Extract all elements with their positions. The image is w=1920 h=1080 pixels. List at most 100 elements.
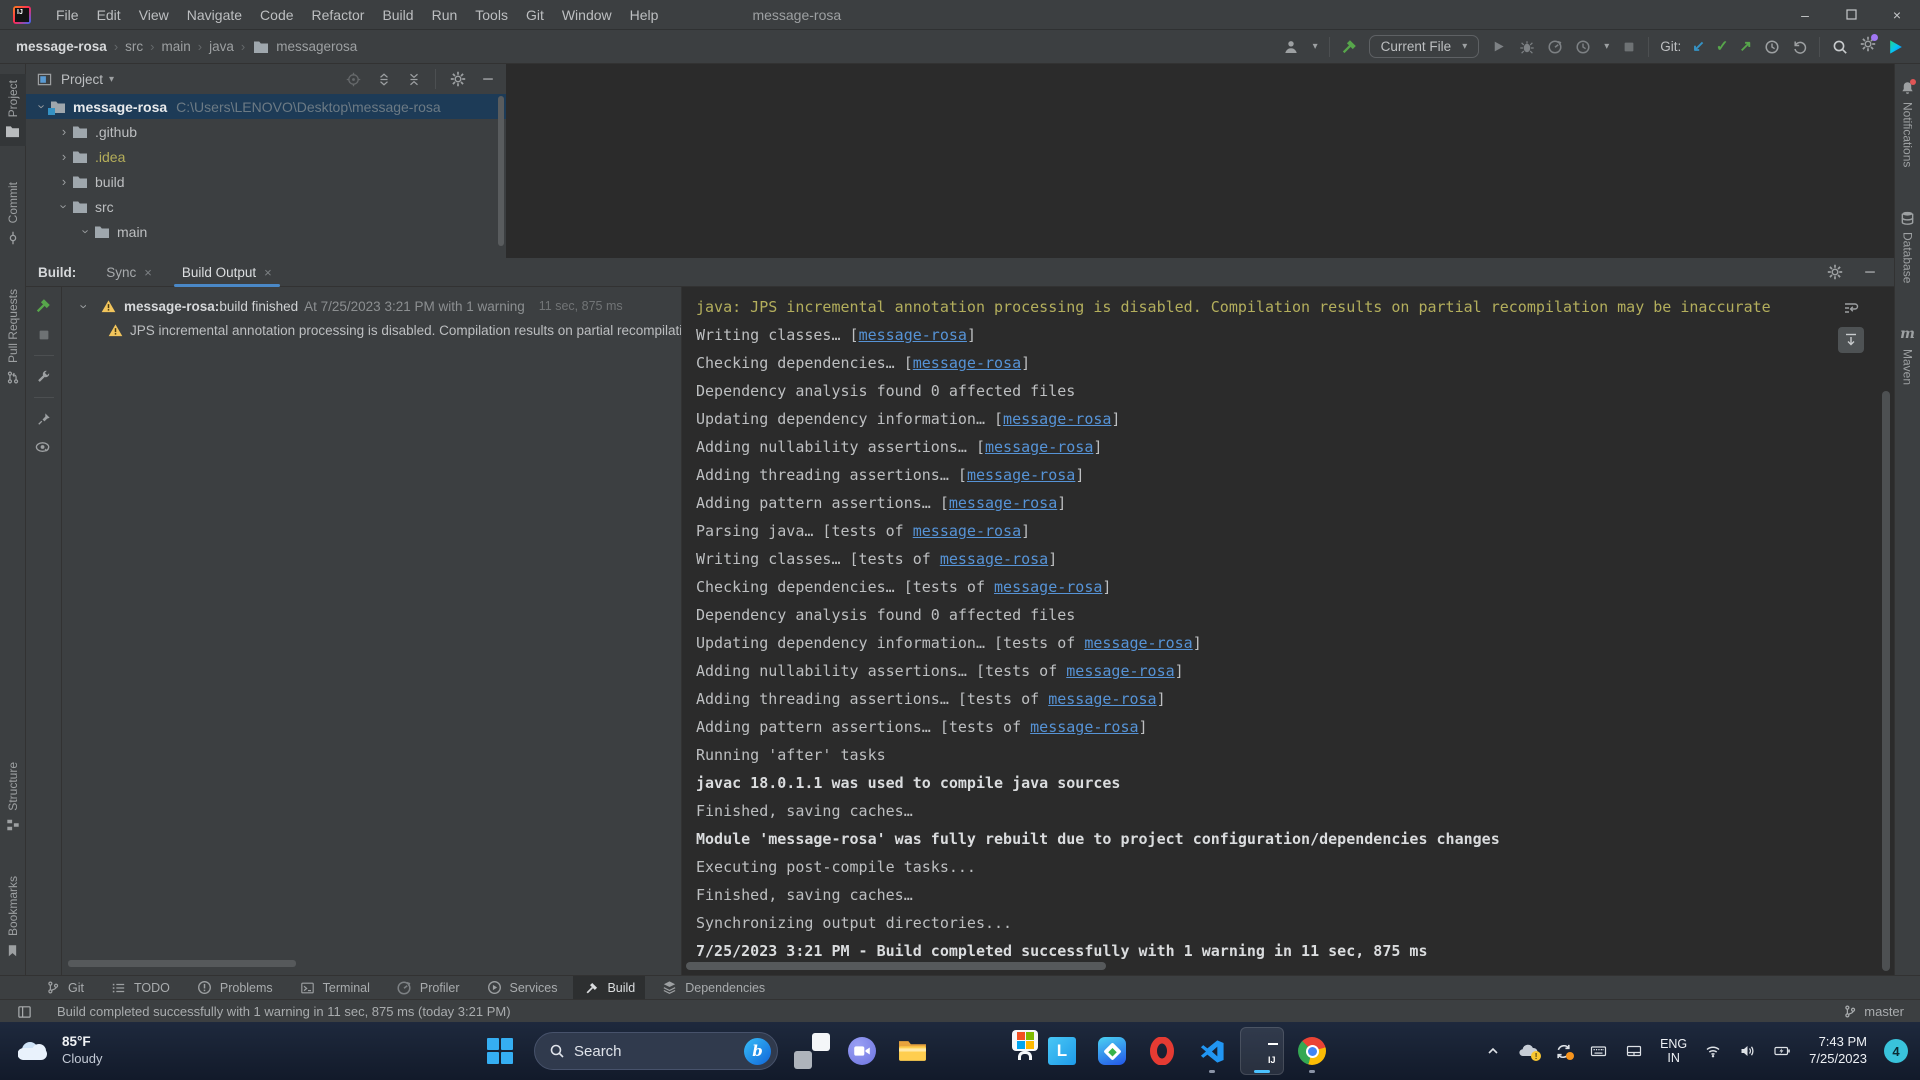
plugin-triangle-icon[interactable] — [1887, 38, 1904, 55]
onedrive-icon[interactable]: ! — [1518, 1043, 1542, 1061]
console-link[interactable]: message-rosa — [940, 550, 1048, 568]
run-configuration-select[interactable]: Current File ▾ — [1368, 35, 1480, 58]
tray-overflow-chevron-icon[interactable] — [1485, 1043, 1501, 1059]
battery-icon[interactable] — [1773, 1043, 1792, 1059]
tree-row-.github[interactable]: › .github — [26, 119, 506, 144]
expand-all-icon[interactable] — [375, 71, 392, 88]
wrench-icon[interactable] — [35, 368, 52, 385]
build-tree-hscrollbar[interactable] — [68, 960, 296, 967]
taskbar-app-ldplayer[interactable]: L — [1040, 1027, 1084, 1075]
console-link[interactable]: message-rosa — [913, 522, 1021, 540]
git-branch-widget[interactable]: master — [1841, 1003, 1904, 1020]
console-link[interactable]: message-rosa — [1066, 662, 1174, 680]
taskbar-app-file-explorer[interactable] — [890, 1027, 934, 1075]
volume-icon[interactable] — [1739, 1043, 1756, 1059]
taskbar-app-edge[interactable] — [940, 1027, 984, 1075]
clock-widget[interactable]: 7:43 PM 7/25/2023 — [1809, 1034, 1867, 1068]
console-link[interactable]: message-rosa — [913, 354, 1021, 372]
target-icon[interactable] — [345, 71, 362, 88]
soft-wrap-icon[interactable] — [1838, 295, 1864, 321]
sync-icon[interactable] — [1555, 1043, 1575, 1060]
menu-run[interactable]: Run — [423, 0, 467, 30]
status-message[interactable]: Build completed successfully with 1 warn… — [57, 1004, 511, 1019]
toolwindow-button-profiler[interactable]: Profiler — [386, 976, 470, 1000]
project-panel-title[interactable]: Project — [61, 72, 103, 87]
menu-file[interactable]: File — [47, 0, 88, 30]
git-commit-check-icon[interactable]: ✓ — [1716, 39, 1729, 54]
taskbar-app-task-view[interactable] — [790, 1027, 834, 1075]
hammer-green-icon[interactable] — [35, 297, 52, 314]
toolwindow-button-git[interactable]: Git — [34, 976, 94, 1000]
chevron-collapsed-icon[interactable]: › — [56, 174, 72, 189]
breadcrumb-item-java[interactable]: java — [209, 39, 234, 54]
hammer-green-icon[interactable] — [1341, 38, 1358, 55]
weather-widget[interactable]: 85°F Cloudy — [18, 1034, 102, 1067]
tab-build-output[interactable]: Build Output × — [173, 258, 280, 287]
touch-keyboard-icon[interactable] — [1589, 1043, 1608, 1059]
menu-window[interactable]: Window — [553, 0, 621, 30]
chevron-down-icon[interactable]: ▾ — [109, 74, 114, 85]
tree-row-main[interactable]: › main — [26, 219, 506, 244]
taskbar-app-intellij-idea[interactable]: IJ — [1240, 1027, 1284, 1075]
taskbar-app-opera[interactable] — [1140, 1027, 1184, 1075]
stop-icon[interactable] — [1620, 38, 1637, 55]
close-button[interactable]: × — [1874, 0, 1920, 30]
breadcrumb-item-main[interactable]: main — [162, 39, 191, 54]
start-button[interactable] — [478, 1027, 522, 1075]
menu-code[interactable]: Code — [251, 0, 302, 30]
menu-view[interactable]: View — [130, 0, 178, 30]
console-link[interactable]: message-rosa — [1048, 690, 1156, 708]
breadcrumb-item-message-rosa[interactable]: message-rosa — [16, 39, 107, 54]
console-link[interactable]: message-rosa — [967, 466, 1075, 484]
minus-icon[interactable] — [1861, 264, 1878, 281]
taskbar-app-chat[interactable] — [840, 1027, 884, 1075]
menu-edit[interactable]: Edit — [88, 0, 130, 30]
collapse-all-icon[interactable] — [405, 71, 422, 88]
sidebar-item-project[interactable]: Project — [0, 74, 26, 147]
language-indicator[interactable]: ENG IN — [1660, 1037, 1687, 1066]
profiler-icon[interactable] — [1546, 38, 1563, 55]
settings-gear-button[interactable] — [1859, 33, 1878, 58]
chevron-collapsed-icon[interactable]: › — [56, 149, 72, 164]
taskbar-app-vscode[interactable] — [1190, 1027, 1234, 1075]
taskbar-app-microsoft-store[interactable] — [990, 1027, 1038, 1075]
clock-icon[interactable] — [1763, 38, 1780, 55]
tree-row-build[interactable]: › build — [26, 169, 506, 194]
tool-window-toggle-icon[interactable] — [16, 1003, 33, 1020]
taskbar-search[interactable]: Search b — [534, 1032, 778, 1070]
taskbar-app-chrome[interactable] — [1290, 1027, 1334, 1075]
tree-row-src[interactable]: › src — [26, 194, 506, 219]
run-with-coverage-button[interactable] — [1574, 38, 1591, 55]
menu-build[interactable]: Build — [373, 0, 422, 30]
console-link[interactable]: message-rosa — [1003, 410, 1111, 428]
toolwindow-button-terminal[interactable]: Terminal — [289, 976, 380, 1000]
project-tree-scrollbar[interactable] — [498, 96, 504, 246]
chevron-expanded-icon[interactable]: › — [77, 298, 92, 314]
notification-count-badge[interactable]: 4 — [1884, 1039, 1908, 1063]
sidebar-item-commit[interactable]: Commit — [0, 176, 26, 252]
console-link[interactable]: message-rosa — [1084, 634, 1192, 652]
toolwindow-button-todo[interactable]: TODO — [100, 976, 180, 1000]
chevron-collapsed-icon[interactable]: › — [56, 124, 72, 139]
console-link[interactable]: message-rosa — [859, 326, 967, 344]
touchpad-icon[interactable] — [1625, 1043, 1643, 1059]
git-push-button[interactable]: ↗ — [1739, 39, 1752, 54]
search-icon[interactable] — [1831, 38, 1848, 55]
bing-icon[interactable]: b — [744, 1037, 771, 1065]
stop-icon[interactable] — [35, 326, 52, 343]
build-result-row[interactable]: › message-rosa: build finished At 7/25/2… — [62, 294, 681, 318]
console-vscrollbar[interactable] — [1882, 391, 1890, 971]
chevron-expanded-icon[interactable]: › — [57, 199, 72, 215]
wifi-icon[interactable] — [1704, 1043, 1722, 1059]
sidebar-item-notifications[interactable]: Notifications — [1895, 74, 1920, 173]
console-link[interactable]: message-rosa — [1030, 718, 1138, 736]
console-hscrollbar[interactable] — [686, 962, 1106, 970]
user-profile-button[interactable] — [1283, 38, 1300, 55]
git-update-button[interactable]: ↙ — [1692, 39, 1705, 54]
menu-navigate[interactable]: Navigate — [178, 0, 251, 30]
sidebar-item-bookmarks[interactable]: Bookmarks — [0, 870, 26, 965]
taskbar-app-bluestacks[interactable] — [1090, 1027, 1134, 1075]
console-link[interactable]: message-rosa — [994, 578, 1102, 596]
console-link[interactable]: message-rosa — [985, 438, 1093, 456]
toolwindow-button-problems[interactable]: Problems — [186, 976, 283, 1000]
